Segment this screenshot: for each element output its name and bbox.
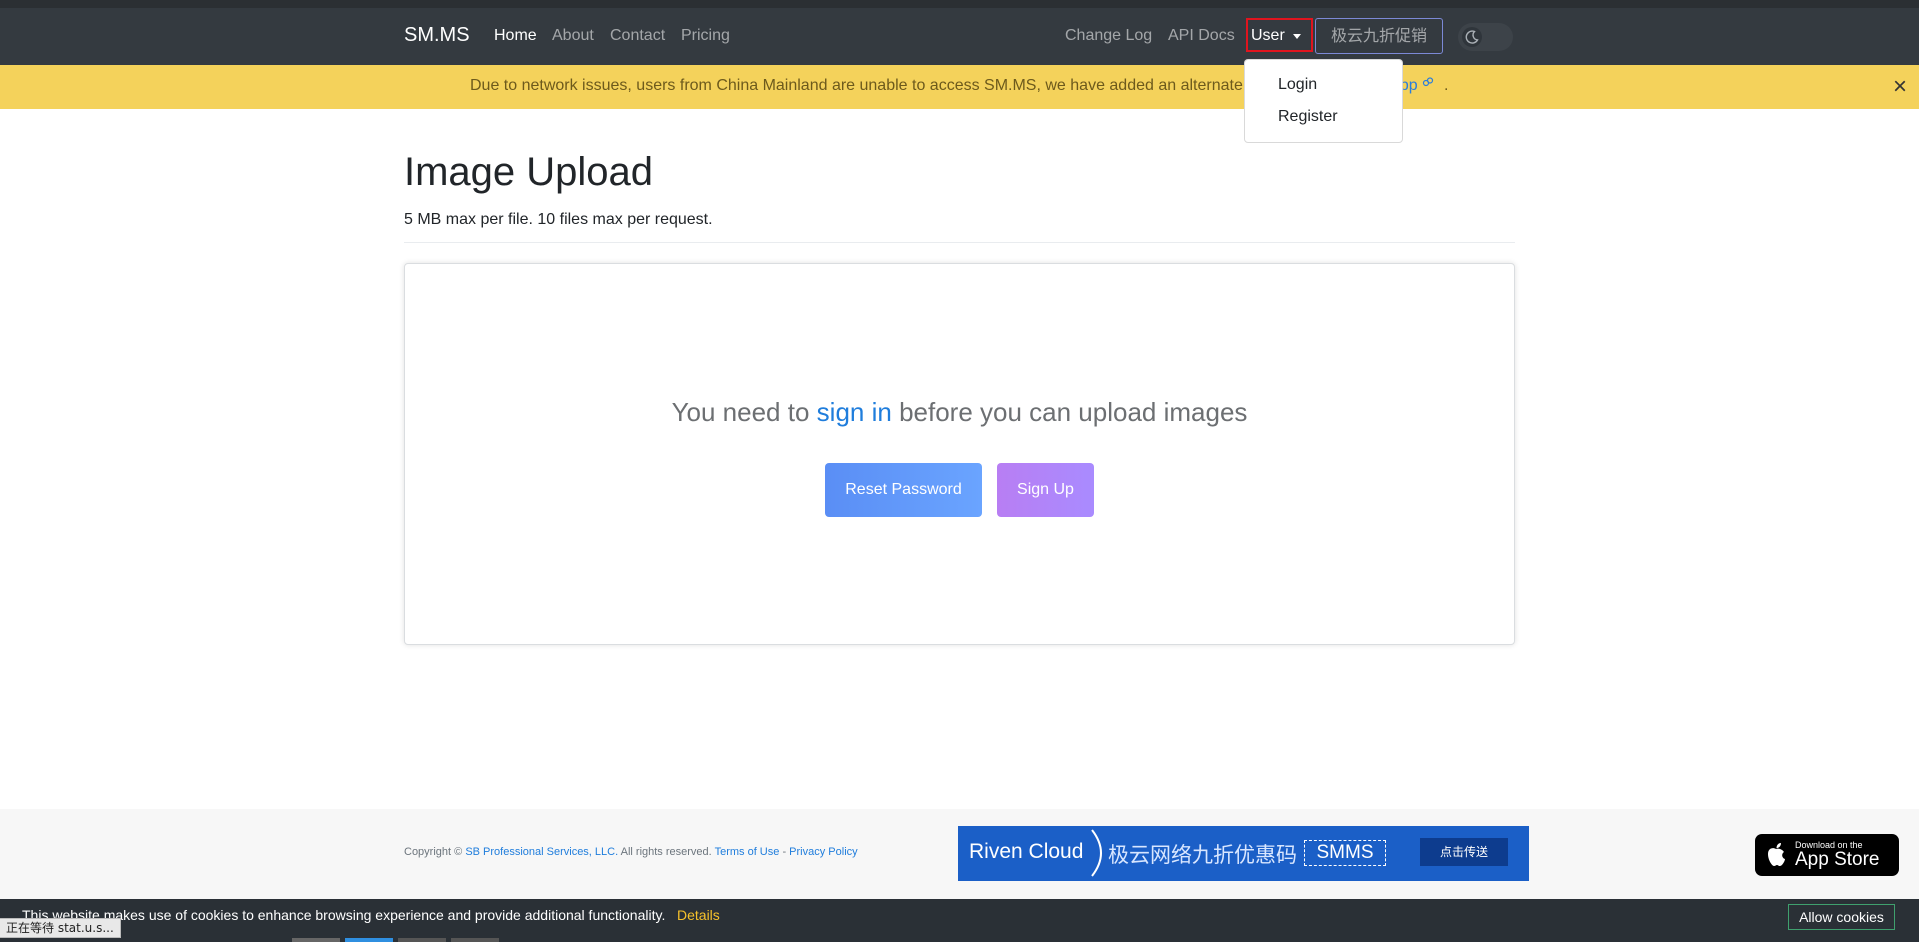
alert-trailing: . <box>1444 77 1449 94</box>
app-store-badge[interactable]: Download on the App Store <box>1755 834 1899 876</box>
caret-down-icon <box>1293 34 1301 39</box>
network-alert: Due to network issues, users from China … <box>0 65 1919 109</box>
navbar: SM.MS Home About Contact Pricing Change … <box>0 8 1919 65</box>
taskbar-strip <box>0 938 1919 942</box>
signin-message: You need to sign in before you can uploa… <box>405 397 1514 428</box>
user-dropdown-menu: Login Register <box>1244 59 1403 143</box>
signin-message-after: before you can upload images <box>899 397 1248 427</box>
sign-in-link[interactable]: sign in <box>817 397 892 427</box>
company-link[interactable]: SB Professional Services, LLC. <box>465 846 618 858</box>
nav-about[interactable]: About <box>552 27 594 45</box>
copyright-rights: All rights reserved. <box>620 846 712 858</box>
nav-contact[interactable]: Contact <box>610 27 665 45</box>
brand-logo[interactable]: SM.MS <box>404 24 470 47</box>
banner-arc-icon <box>1091 829 1102 877</box>
cookie-bar: This website makes use of cookies to enh… <box>0 899 1919 942</box>
taskbar-item[interactable] <box>292 938 340 942</box>
menu-item-login[interactable]: Login <box>1278 76 1317 94</box>
nav-api-docs[interactable]: API Docs <box>1168 27 1235 45</box>
alert-message: Due to network issues, users from China … <box>470 77 1243 94</box>
promo-button[interactable]: 极云九折促销 <box>1315 18 1443 54</box>
nav-pricing[interactable]: Pricing <box>681 27 730 45</box>
nav-home[interactable]: Home <box>494 27 537 45</box>
moon-icon <box>1465 30 1479 44</box>
footer-separator: - <box>782 846 787 858</box>
taskbar-item[interactable] <box>345 938 393 942</box>
copyright: Copyright © SB Professional Services, LL… <box>404 846 858 858</box>
menu-item-register[interactable]: Register <box>1278 108 1338 126</box>
user-dropdown-label: User <box>1251 27 1285 44</box>
taskbar-item[interactable] <box>398 938 446 942</box>
banner-text: 极云网络九折优惠码 <box>1108 843 1297 867</box>
close-icon[interactable]: × <box>1893 73 1907 101</box>
appstore-big-text: App Store <box>1795 849 1880 870</box>
taskbar-item[interactable] <box>451 938 499 942</box>
banner-promo-code: SMMS <box>1304 840 1386 866</box>
allow-cookies-button[interactable]: Allow cookies <box>1788 904 1895 930</box>
cookie-details-link[interactable]: Details <box>677 907 720 923</box>
privacy-link[interactable]: Privacy Policy <box>789 846 857 858</box>
riven-cloud-banner[interactable]: Riven Cloud 极云网络九折优惠码 SMMS 点击传送 <box>958 826 1529 881</box>
footer: Copyright © SB Professional Services, LL… <box>0 809 1919 899</box>
terms-link[interactable]: Terms of Use <box>715 846 780 858</box>
divider <box>404 242 1515 243</box>
copyright-prefix: Copyright © <box>404 846 463 858</box>
reset-password-button[interactable]: Reset Password <box>825 463 982 517</box>
apple-icon <box>1768 843 1785 866</box>
page-title: Image Upload <box>404 150 654 194</box>
external-link-icon <box>1423 77 1434 87</box>
upload-card: You need to sign in before you can uploa… <box>404 263 1515 645</box>
page-subtitle: 5 MB max per file. 10 files max per requ… <box>404 211 713 228</box>
banner-brand: Riven Cloud <box>969 840 1084 863</box>
signin-message-before: You need to <box>671 397 810 427</box>
nav-change-log[interactable]: Change Log <box>1065 27 1152 45</box>
sign-up-button[interactable]: Sign Up <box>997 463 1094 517</box>
banner-go-button[interactable]: 点击传送 <box>1420 838 1508 866</box>
user-dropdown-toggle[interactable]: User <box>1246 18 1313 52</box>
browser-status-bar: 正在等待 stat.u.s... <box>0 918 121 938</box>
dark-mode-toggle[interactable] <box>1458 23 1513 51</box>
